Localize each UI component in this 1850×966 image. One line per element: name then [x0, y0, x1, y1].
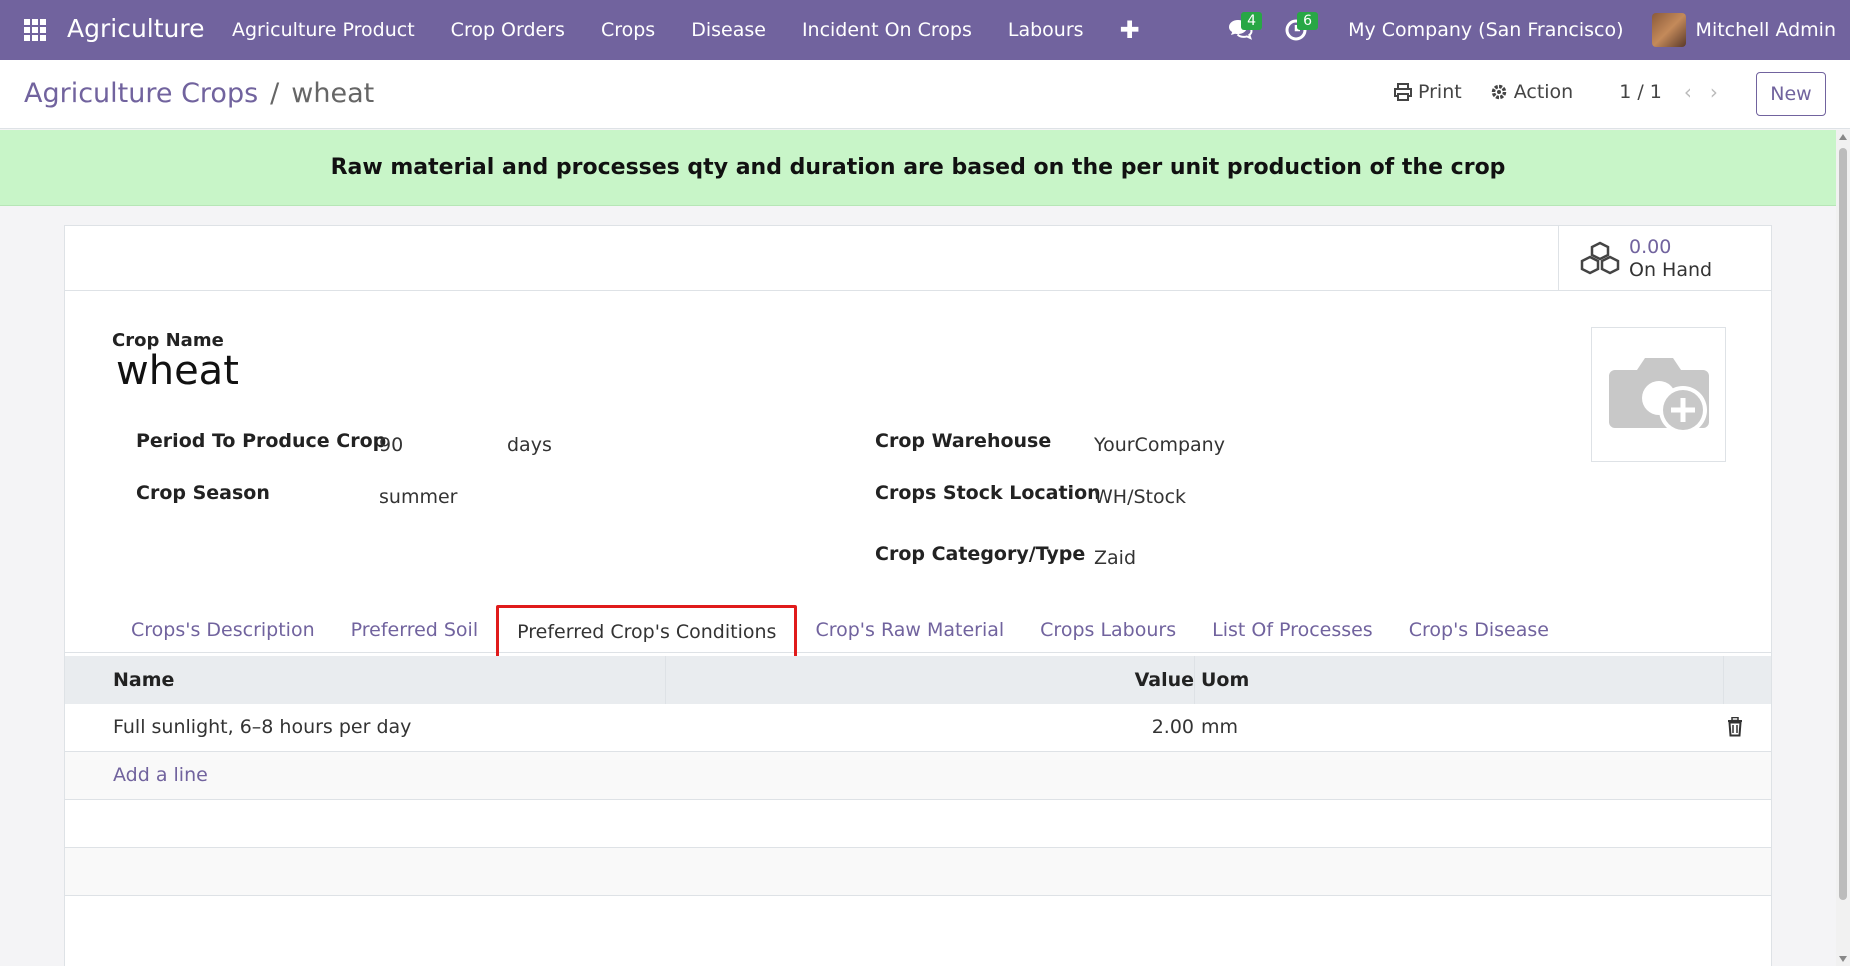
user-menu[interactable]: Mitchell Admin [1696, 19, 1836, 41]
empty-row [65, 848, 1771, 896]
crop-name-field[interactable]: wheat [116, 348, 239, 394]
empty-row [65, 800, 1771, 848]
activities-button[interactable]: 6 [1268, 0, 1324, 60]
menu-item-incident-on-crops[interactable]: Incident On Crops [784, 0, 990, 60]
image-upload[interactable] [1591, 327, 1726, 462]
print-label: Print [1418, 81, 1462, 103]
gear-icon [1491, 84, 1506, 100]
camera-plus-icon [1608, 357, 1709, 434]
user-avatar[interactable] [1651, 13, 1686, 47]
season-label: Crop Season [136, 482, 270, 504]
print-button[interactable]: Print [1394, 81, 1462, 103]
breadcrumb-separator: / [270, 78, 280, 109]
info-alert: Raw material and processes qty and durat… [0, 130, 1836, 206]
period-label: Period To Produce Crop [136, 430, 387, 452]
menu-item-labours[interactable]: Labours [990, 0, 1102, 60]
cell-value[interactable]: 2.00 [1152, 716, 1194, 738]
menu-item-agriculture-product[interactable]: Agriculture Product [214, 0, 433, 60]
main-menu: Agriculture Product Crop Orders Crops Di… [214, 0, 1158, 60]
trash-icon[interactable] [1727, 717, 1743, 737]
breadcrumb-current: wheat [291, 78, 375, 109]
category-label: Crop Category/Type [875, 543, 1086, 565]
notebook-tabs: Crops's Description Preferred Soil Prefe… [65, 605, 1771, 659]
breadcrumb-parent[interactable]: Agriculture Crops [24, 78, 258, 109]
period-unit: days [507, 434, 552, 456]
action-label: Action [1513, 81, 1574, 103]
tab-crops-labours[interactable]: Crops Labours [1022, 607, 1194, 653]
pager-value[interactable]: 1 / 1 [1619, 81, 1662, 103]
button-box: 0.00 On Hand [65, 226, 1771, 291]
tab-preferred-crops-conditions[interactable]: Preferred Crop's Conditions [496, 605, 798, 659]
tab-crops-raw-material[interactable]: Crop's Raw Material [797, 607, 1022, 653]
messages-button[interactable]: 4 [1212, 0, 1268, 60]
add-line-row: Add a line [65, 752, 1771, 800]
stock-location-label: Crops Stock Location [875, 482, 1101, 504]
column-divider [1723, 656, 1724, 704]
app-brand[interactable]: Agriculture [67, 14, 205, 43]
tab-crops-description[interactable]: Crops's Description [113, 607, 333, 653]
chevron-left-icon[interactable]: ‹ [1684, 80, 1692, 104]
apps-menu-icon[interactable] [24, 19, 46, 41]
column-header-name[interactable]: Name [113, 669, 174, 691]
new-button[interactable]: New [1756, 72, 1826, 116]
menu-item-crops[interactable]: Crops [583, 0, 673, 60]
chevron-right-icon[interactable]: › [1710, 80, 1718, 104]
cell-name[interactable]: Full sunlight, 6–8 hours per day [113, 716, 411, 738]
control-actions: Print Action 1 / 1 ‹ › [1394, 80, 1736, 104]
scroll-up-arrow[interactable] [1839, 134, 1847, 140]
table-row[interactable]: Full sunlight, 6–8 hours per day 2.00 mm [65, 704, 1771, 752]
printer-icon [1394, 83, 1412, 101]
on-hand-value: 0.00 [1629, 235, 1672, 258]
plus-icon[interactable]: ✚ [1102, 16, 1158, 44]
action-button[interactable]: Action [1490, 81, 1574, 103]
tab-preferred-soil[interactable]: Preferred Soil [333, 607, 497, 653]
menu-item-crop-orders[interactable]: Crop Orders [433, 0, 583, 60]
tab-list-of-processes[interactable]: List Of Processes [1194, 607, 1391, 653]
column-header-value[interactable]: Value [1135, 669, 1194, 691]
top-navbar: Agriculture Agriculture Product Crop Ord… [0, 0, 1850, 60]
scroll-thumb[interactable] [1839, 148, 1847, 900]
tab-crops-disease[interactable]: Crop's Disease [1391, 607, 1567, 653]
column-divider[interactable] [665, 656, 666, 704]
scroll-down-arrow[interactable] [1839, 956, 1847, 962]
form-sheet: 0.00 On Hand Crop Name wheat Period To P… [64, 225, 1772, 966]
navbar-systray: 4 6 My Company (San Francisco) Mitchell … [1212, 0, 1850, 60]
column-header-uom[interactable]: Uom [1201, 669, 1249, 691]
breadcrumb: Agriculture Crops / wheat [24, 78, 374, 109]
conditions-table: Name Value Uom Full sunlight, 6–8 hours … [65, 656, 1771, 896]
cubes-icon [1580, 241, 1620, 274]
on-hand-button[interactable]: 0.00 On Hand [1558, 226, 1771, 291]
activities-count-badge: 6 [1297, 12, 1319, 30]
warehouse-label: Crop Warehouse [875, 430, 1052, 452]
table-header: Name Value Uom [65, 656, 1771, 704]
add-line-link[interactable]: Add a line [113, 764, 208, 786]
menu-item-disease[interactable]: Disease [673, 0, 784, 60]
period-field[interactable]: 90 [379, 434, 403, 456]
vertical-scrollbar[interactable] [1836, 130, 1850, 966]
stock-location-field[interactable]: WH/Stock [1094, 486, 1186, 508]
season-field[interactable]: summer [379, 486, 457, 508]
on-hand-label: On Hand [1629, 258, 1713, 281]
cell-uom[interactable]: mm [1201, 716, 1238, 738]
warehouse-field[interactable]: YourCompany [1094, 434, 1225, 456]
company-switcher[interactable]: My Company (San Francisco) [1348, 19, 1623, 41]
messages-count-badge: 4 [1241, 12, 1263, 30]
control-panel: Agriculture Crops / wheat Print Action 1… [0, 60, 1850, 129]
category-field[interactable]: Zaid [1094, 547, 1136, 569]
column-divider[interactable] [1194, 656, 1195, 704]
